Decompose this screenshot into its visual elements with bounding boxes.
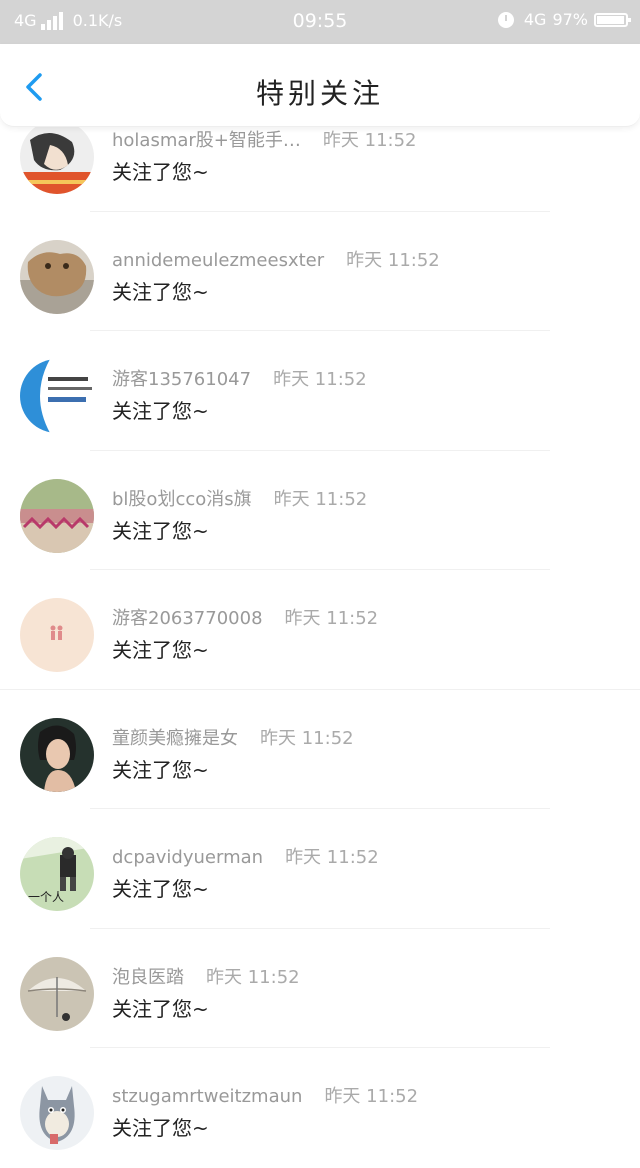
status-right: 4G 97% <box>497 10 631 29</box>
page-title: 特别关注 <box>255 77 384 110</box>
list-item[interactable]: bl股o划cco消s旗 昨天 11:52 关注了您~ <box>0 451 640 570</box>
battery-icon <box>594 12 631 27</box>
list-item-meta: stzugamrtweitzmaun 昨天 11:52 <box>112 1082 418 1108</box>
timestamp: 昨天 11:52 <box>260 727 354 749</box>
list-item[interactable]: stzugamrtweitzmaun 昨天 11:52 关注了您~ <box>0 1048 640 1168</box>
message-text: 关注了您~ <box>112 399 209 423</box>
follower-list: holasmar股+智能手… 昨天 11:52 关注了您~ annidemeule… <box>0 92 640 1168</box>
user-name[interactable]: 泡良医踏 <box>112 967 184 988</box>
list-item-meta: dcpavidyuerman 昨天 11:52 <box>112 843 379 869</box>
timestamp: 昨天 11:52 <box>346 249 440 271</box>
nav-bar: 特别关注 <box>0 44 640 127</box>
list-item[interactable]: 游客2063770008 昨天 11:52 关注了您~ <box>0 570 640 690</box>
network-type-right: 4G <box>523 10 547 29</box>
message-text: 关注了您~ <box>112 279 209 304</box>
avatar[interactable] <box>20 598 94 672</box>
avatar[interactable] <box>20 717 94 792</box>
list-item-meta: annidemeulezmeesxter 昨天 11:52 <box>112 246 440 272</box>
timestamp: 昨天 11:52 <box>284 608 379 629</box>
list-item-meta: 泡良医踏 昨天 11:52 <box>112 963 300 989</box>
battery-percent: 97% <box>552 10 588 29</box>
alarm-icon <box>497 11 514 28</box>
list-item[interactable]: annidemeulezmeesxter 昨天 11:52 关注了您~ <box>0 212 640 331</box>
message-text: 关注了您~ <box>112 877 209 901</box>
avatar[interactable]: 一个人 <box>20 837 94 911</box>
avatar[interactable] <box>20 239 94 314</box>
message-text: 关注了您~ <box>112 638 209 662</box>
avatar[interactable] <box>20 956 94 1031</box>
list-item[interactable]: 泡良医踏 昨天 11:52 关注了您~ <box>0 929 640 1048</box>
avatar[interactable] <box>20 120 94 194</box>
avatar[interactable] <box>20 478 94 553</box>
message-text: 关注了您~ <box>112 1116 209 1140</box>
timestamp: 昨天 11:52 <box>324 1086 419 1107</box>
timestamp: 昨天 11:52 <box>273 369 367 390</box>
timestamp: 昨天 11:52 <box>285 847 379 868</box>
user-name[interactable]: holasmar股+智能手… <box>112 130 301 151</box>
avatar[interactable] <box>20 1076 94 1150</box>
list-item[interactable]: 一个人 dcpavidyuerman 昨天 11:52 关注了您~ <box>0 809 640 929</box>
user-name[interactable]: 游客135761047 <box>112 369 251 390</box>
user-name[interactable]: 游客2063770008 <box>112 608 263 629</box>
message-text: 关注了您~ <box>112 757 209 782</box>
message-text: 关注了您~ <box>112 518 209 543</box>
list-item-meta: holasmar股+智能手… 昨天 11:52 <box>112 126 417 152</box>
list-item[interactable]: 童颜美瘾擁是女 昨天 11:52 关注了您~ <box>0 690 640 809</box>
timestamp: 昨天 11:52 <box>322 130 417 151</box>
list-item-meta: 童颜美瘾擁是女 昨天 11:52 <box>112 724 354 750</box>
list-item-meta: 游客2063770008 昨天 11:52 <box>112 604 378 630</box>
user-name[interactable]: bl股o划cco消s旗 <box>112 489 252 510</box>
avatar-caption: 一个人 <box>28 890 64 904</box>
user-name[interactable]: stzugamrtweitzmaun <box>112 1086 302 1107</box>
message-text: 关注了您~ <box>112 996 209 1021</box>
list-item-meta: bl股o划cco消s旗 昨天 11:52 <box>112 485 367 511</box>
user-name[interactable]: 童颜美瘾擁是女 <box>112 728 238 749</box>
status-bar: 4G 0.1K/s 09:55 4G 97% <box>0 0 640 44</box>
list-item[interactable]: 游客135761047 昨天 11:52 关注了您~ <box>0 331 640 451</box>
list-item-meta: 游客135761047 昨天 11:52 <box>112 365 367 391</box>
user-name[interactable]: annidemeulezmeesxter <box>112 250 324 271</box>
timestamp: 昨天 11:52 <box>206 966 300 988</box>
message-text: 关注了您~ <box>112 160 209 184</box>
user-name[interactable]: dcpavidyuerman <box>112 847 263 868</box>
timestamp: 昨天 11:52 <box>273 488 368 510</box>
avatar[interactable] <box>20 359 94 433</box>
